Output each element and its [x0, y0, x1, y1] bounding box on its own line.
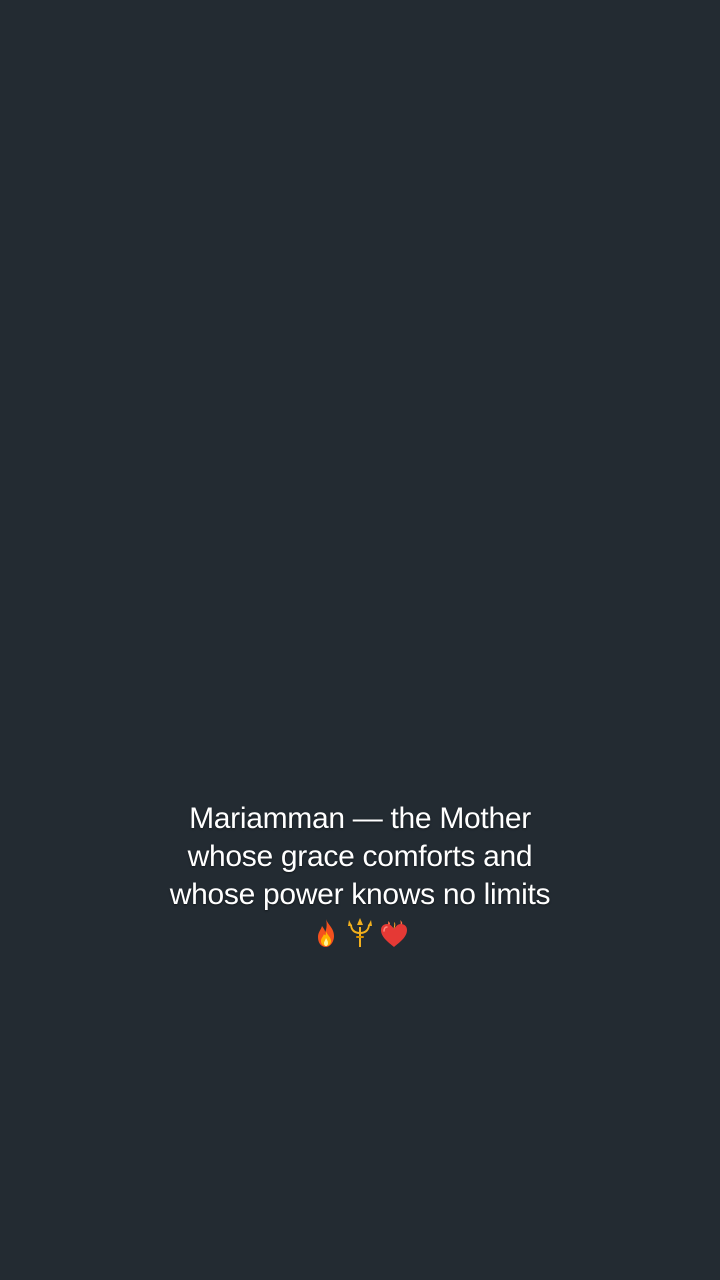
caption-line-2: whose grace comforts and — [187, 840, 533, 873]
video-frame: { "caption": { "lines": [ "Mariamman \u2… — [0, 0, 720, 1280]
fire-icon — [310, 917, 342, 949]
caption-line-3: whose power knows no limits — [169, 878, 551, 911]
caption-line-1: Mariamman — the Mother — [189, 802, 531, 835]
caption-overlay: Mariamman — the Mother whose grace comfo… — [0, 800, 720, 952]
caption-emoji-row — [0, 914, 720, 952]
trident-icon — [344, 917, 376, 949]
heart-on-fire-icon — [378, 917, 410, 949]
